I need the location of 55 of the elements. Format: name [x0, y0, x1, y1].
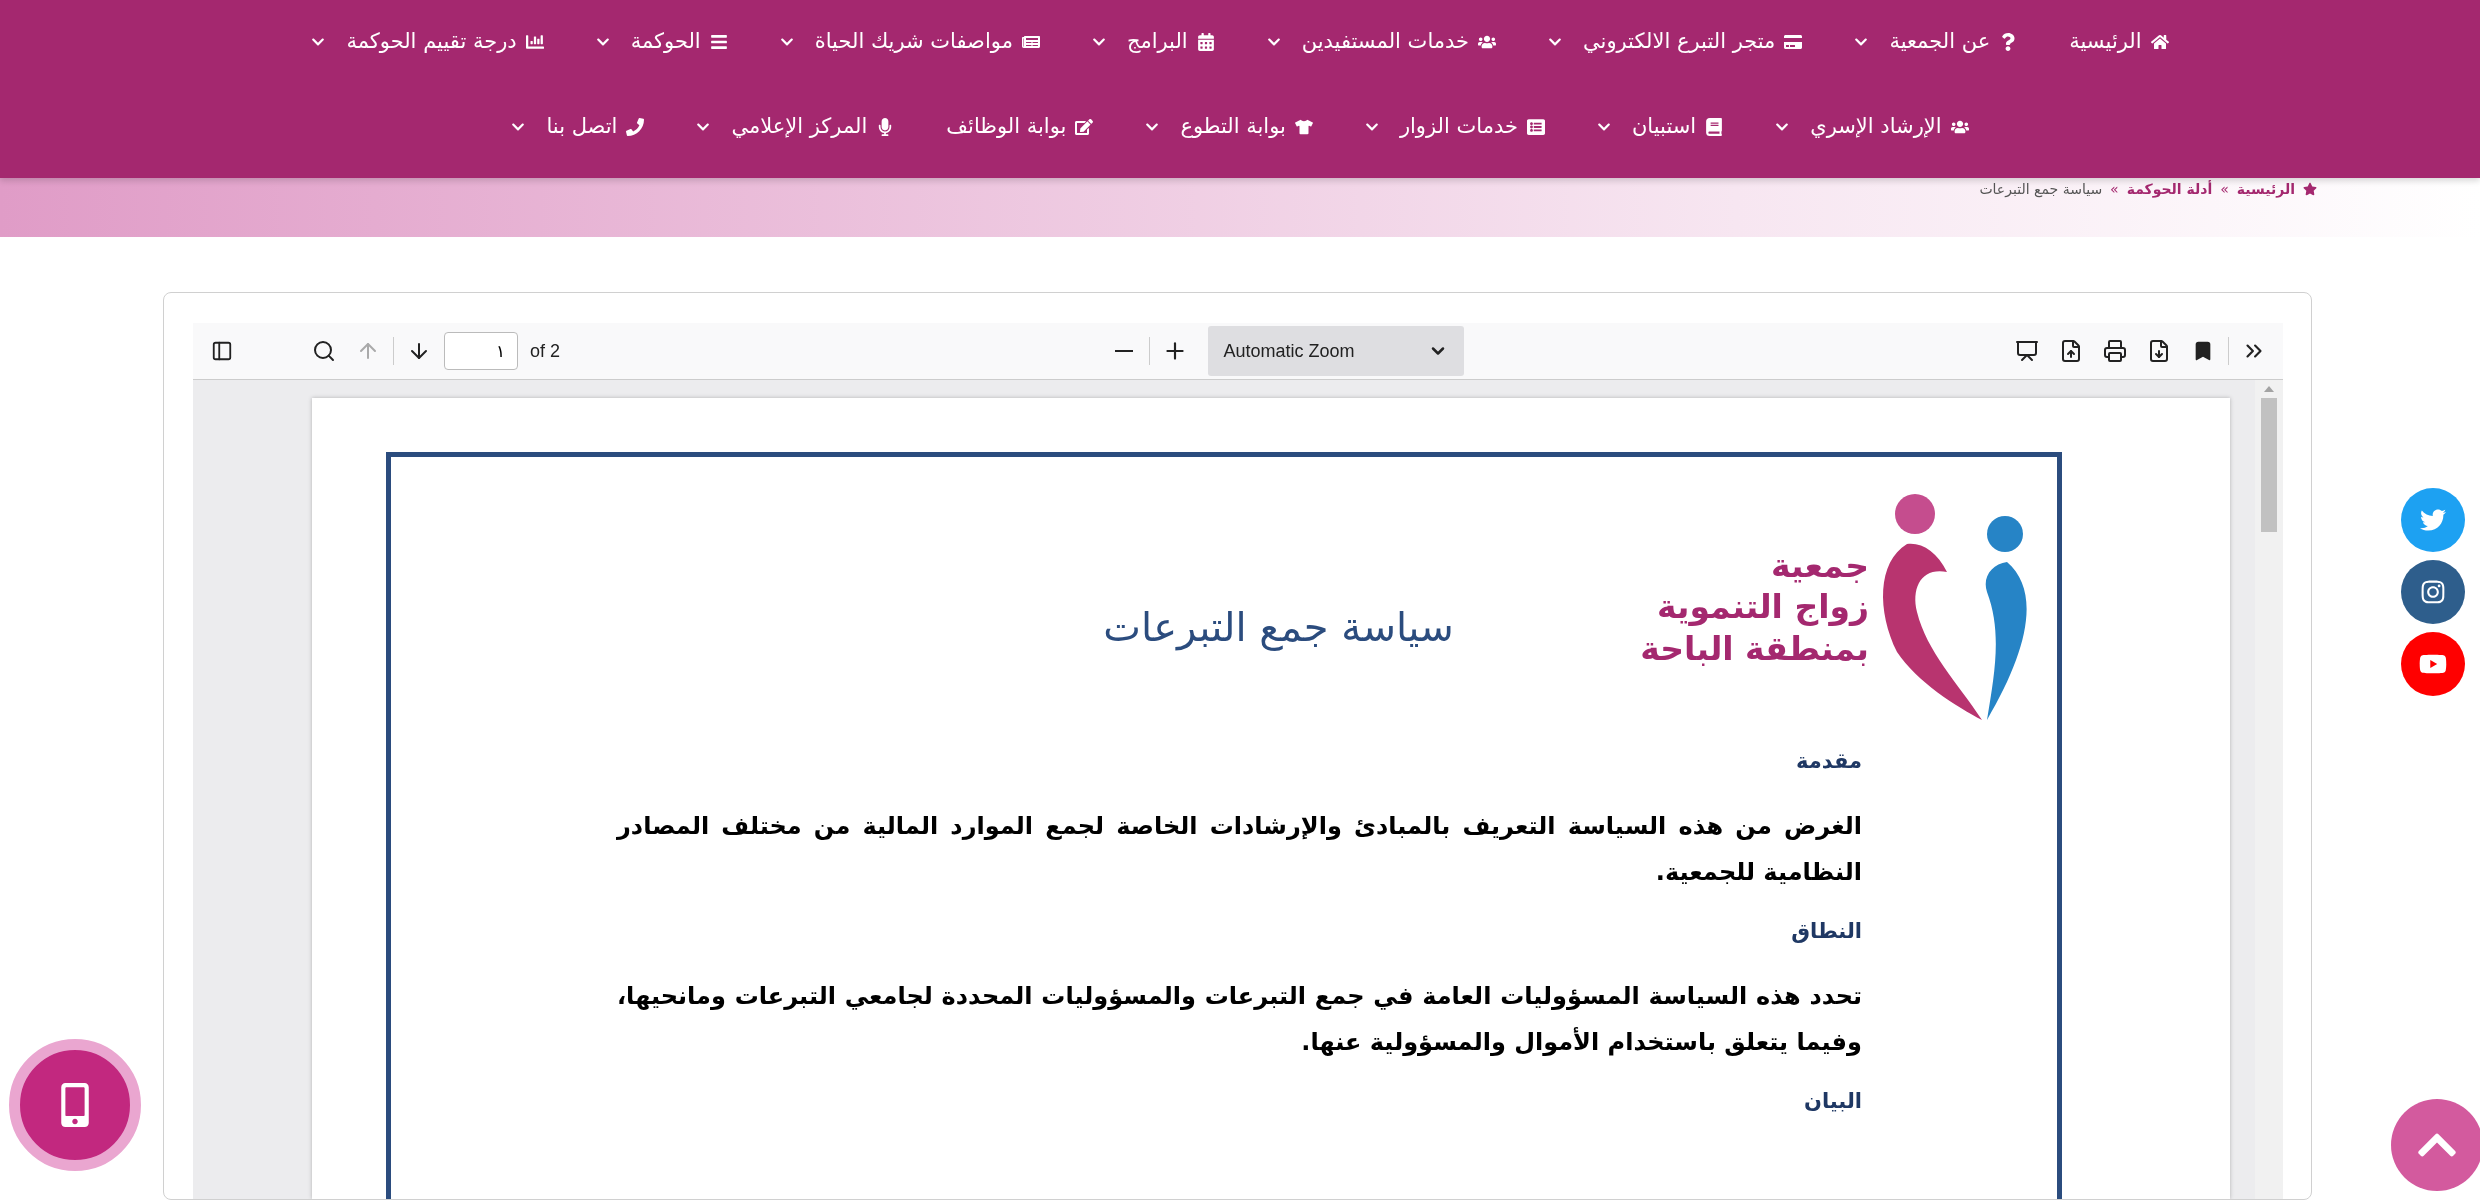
- camera-icon: [2420, 579, 2446, 605]
- breadcrumb-separator: »: [2220, 181, 2229, 197]
- nav-link[interactable]: المركز الإعلامي: [696, 114, 895, 139]
- page-number-field[interactable]: ١: [444, 332, 518, 370]
- nav-link[interactable]: بوابة التطوع: [1145, 114, 1313, 139]
- edit-icon: [1075, 117, 1094, 136]
- logo-text: بمنطقة الباحة: [1640, 627, 1869, 669]
- section-paragraph: الغرض من هذه السياسة التعريف بالمبادئ والإرشادات الخاصة لجمع الموارد المالية من مختلف المصادر النظامية للجمعية.: [617, 811, 1862, 888]
- section-heading: النطاق: [1790, 919, 1862, 943]
- list-icon: [1526, 117, 1545, 136]
- nav-link[interactable]: الحوكمة: [595, 29, 728, 54]
- bird-icon: [2420, 507, 2446, 533]
- breadcrumb-separator: »: [2110, 181, 2119, 197]
- file-upload-icon: [2059, 339, 2083, 363]
- section-heading: مقدمة: [1795, 749, 1862, 773]
- nav-link[interactable]: اتصل بنا: [511, 114, 645, 139]
- nav-link[interactable]: درجة تقييم الحوكمة: [311, 29, 544, 54]
- search-icon: [312, 339, 336, 363]
- scrollbar[interactable]: [2255, 380, 2283, 1199]
- phone-icon: [626, 117, 645, 136]
- home-icon: [2150, 32, 2169, 51]
- bar-chart-icon: [525, 32, 544, 51]
- menu-icon: [709, 32, 728, 51]
- sidebar-icon: [211, 340, 233, 362]
- breadcrumb-link[interactable]: سياسة جمع التبرعات: [1979, 181, 2103, 197]
- star-icon: [2303, 182, 2317, 196]
- logo-text: جمعية: [1770, 545, 1869, 587]
- page-count: of 2: [530, 340, 561, 362]
- printer-icon: [2103, 339, 2127, 363]
- logo-text: زواج التنموية: [1657, 586, 1869, 628]
- scrollbar-thumb[interactable]: [2261, 398, 2277, 532]
- calendar-icon: [1196, 32, 1215, 51]
- document-title: سياسة جمع التبرعات: [1102, 604, 1455, 650]
- nav-link[interactable]: بوابة الوظائف: [946, 114, 1094, 139]
- nav-link[interactable]: الرئيسية: [2069, 29, 2169, 54]
- nav-link[interactable]: خدمات المستفيدين: [1266, 29, 1497, 54]
- section-heading: البيان: [1802, 1089, 1862, 1113]
- shirt-icon: [1294, 117, 1313, 136]
- book-icon: [1705, 117, 1724, 136]
- presentation-icon: [2015, 339, 2039, 363]
- scroll-up-arrow-icon: [2264, 386, 2274, 392]
- nav-link[interactable]: البرامج: [1091, 29, 1215, 54]
- nav-link[interactable]: عن الجمعية: [1854, 29, 2018, 54]
- nav-link[interactable]: خدمات الزوار: [1364, 114, 1545, 139]
- card-icon: [1784, 32, 1803, 51]
- nav-link[interactable]: الإرشاد الإسري: [1775, 114, 1969, 139]
- minus-icon: [1114, 350, 1133, 352]
- breadcrumb-link[interactable]: أدلة الحوكمة: [2126, 181, 2213, 197]
- breadcrumb-link[interactable]: الرئيسية: [2236, 181, 2295, 197]
- nav-link[interactable]: مواصفات شريك الحياة: [779, 29, 1040, 54]
- nav-link[interactable]: متجر التبرع الالكتروني: [1548, 29, 1803, 54]
- nav-link[interactable]: استبيان: [1596, 114, 1724, 139]
- zoom-select[interactable]: Automatic Zoom: [1207, 326, 1464, 376]
- section-paragraph: تحدد هذه السياسة المسؤوليات العامة في جمع التبرعات والمسؤوليات المحددة لجامعي التبرعات ومانحيها، وفيما يتعلق باستخدام الأموال والمسؤولية عنها.: [617, 981, 1862, 1058]
- file-download-icon: [2147, 339, 2171, 363]
